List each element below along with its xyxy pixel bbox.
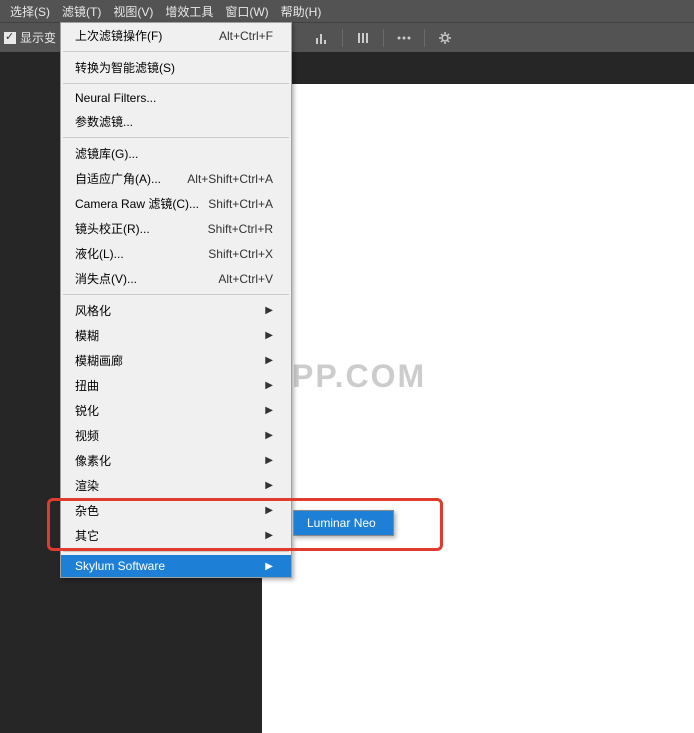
menu-video[interactable]: 视频▶ bbox=[61, 423, 291, 448]
menubar: 选择(S) 滤镜(T) 视图(V) 增效工具 窗口(W) 帮助(H) bbox=[0, 0, 694, 22]
menu-adaptive-wide[interactable]: 自适应广角(A)...Alt+Shift+Ctrl+A bbox=[61, 166, 291, 191]
more-icon[interactable] bbox=[394, 28, 414, 48]
checkbox-label: 显示变 bbox=[20, 29, 56, 46]
canvas[interactable] bbox=[262, 84, 694, 733]
menu-select[interactable]: 选择(S) bbox=[4, 1, 56, 22]
menu-neural-filters[interactable]: Neural Filters... bbox=[61, 87, 291, 109]
divider bbox=[342, 29, 343, 47]
gear-icon[interactable] bbox=[435, 28, 455, 48]
menu-vanishing-point[interactable]: 消失点(V)...Alt+Ctrl+V bbox=[61, 266, 291, 291]
menu-distort[interactable]: 扭曲▶ bbox=[61, 373, 291, 398]
menu-param-filter[interactable]: 参数滤镜... bbox=[61, 109, 291, 134]
divider bbox=[424, 29, 425, 47]
menu-view[interactable]: 视图(V) bbox=[107, 1, 159, 22]
submenu-luminar-neo[interactable]: Luminar Neo bbox=[294, 511, 393, 535]
menu-plugins[interactable]: 增效工具 bbox=[159, 1, 219, 22]
menu-sharpen[interactable]: 锐化▶ bbox=[61, 398, 291, 423]
menu-window[interactable]: 窗口(W) bbox=[219, 1, 274, 22]
menu-filter-gallery[interactable]: 滤镜库(G)... bbox=[61, 141, 291, 166]
divider bbox=[383, 29, 384, 47]
menu-blur[interactable]: 模糊▶ bbox=[61, 323, 291, 348]
menu-noise[interactable]: 杂色▶ bbox=[61, 498, 291, 523]
menu-help[interactable]: 帮助(H) bbox=[275, 1, 328, 22]
separator bbox=[63, 83, 289, 84]
menu-render[interactable]: 渲染▶ bbox=[61, 473, 291, 498]
filter-dropdown: 上次滤镜操作(F)Alt+Ctrl+F 转换为智能滤镜(S) Neural Fi… bbox=[60, 22, 292, 578]
menu-liquify[interactable]: 液化(L)...Shift+Ctrl+X bbox=[61, 241, 291, 266]
bars-icon[interactable] bbox=[353, 28, 373, 48]
skylum-submenu: Luminar Neo bbox=[293, 510, 394, 536]
separator bbox=[63, 51, 289, 52]
menu-lens-correct[interactable]: 镜头校正(R)...Shift+Ctrl+R bbox=[61, 216, 291, 241]
menu-skylum-software[interactable]: Skylum Software▶ bbox=[61, 555, 291, 577]
menu-other[interactable]: 其它▶ bbox=[61, 523, 291, 548]
separator bbox=[63, 294, 289, 295]
menu-pixelate[interactable]: 像素化▶ bbox=[61, 448, 291, 473]
checkbox-show-transform[interactable] bbox=[4, 32, 16, 44]
menu-stylize[interactable]: 风格化▶ bbox=[61, 298, 291, 323]
menu-last-filter[interactable]: 上次滤镜操作(F)Alt+Ctrl+F bbox=[61, 23, 291, 48]
separator bbox=[63, 551, 289, 552]
menu-convert-smart[interactable]: 转换为智能滤镜(S) bbox=[61, 55, 291, 80]
menu-filter[interactable]: 滤镜(T) bbox=[56, 1, 107, 22]
menu-blur-gallery[interactable]: 模糊画廊▶ bbox=[61, 348, 291, 373]
separator bbox=[63, 137, 289, 138]
histogram-icon[interactable] bbox=[312, 28, 332, 48]
menu-camera-raw[interactable]: Camera Raw 滤镜(C)...Shift+Ctrl+A bbox=[61, 191, 291, 216]
